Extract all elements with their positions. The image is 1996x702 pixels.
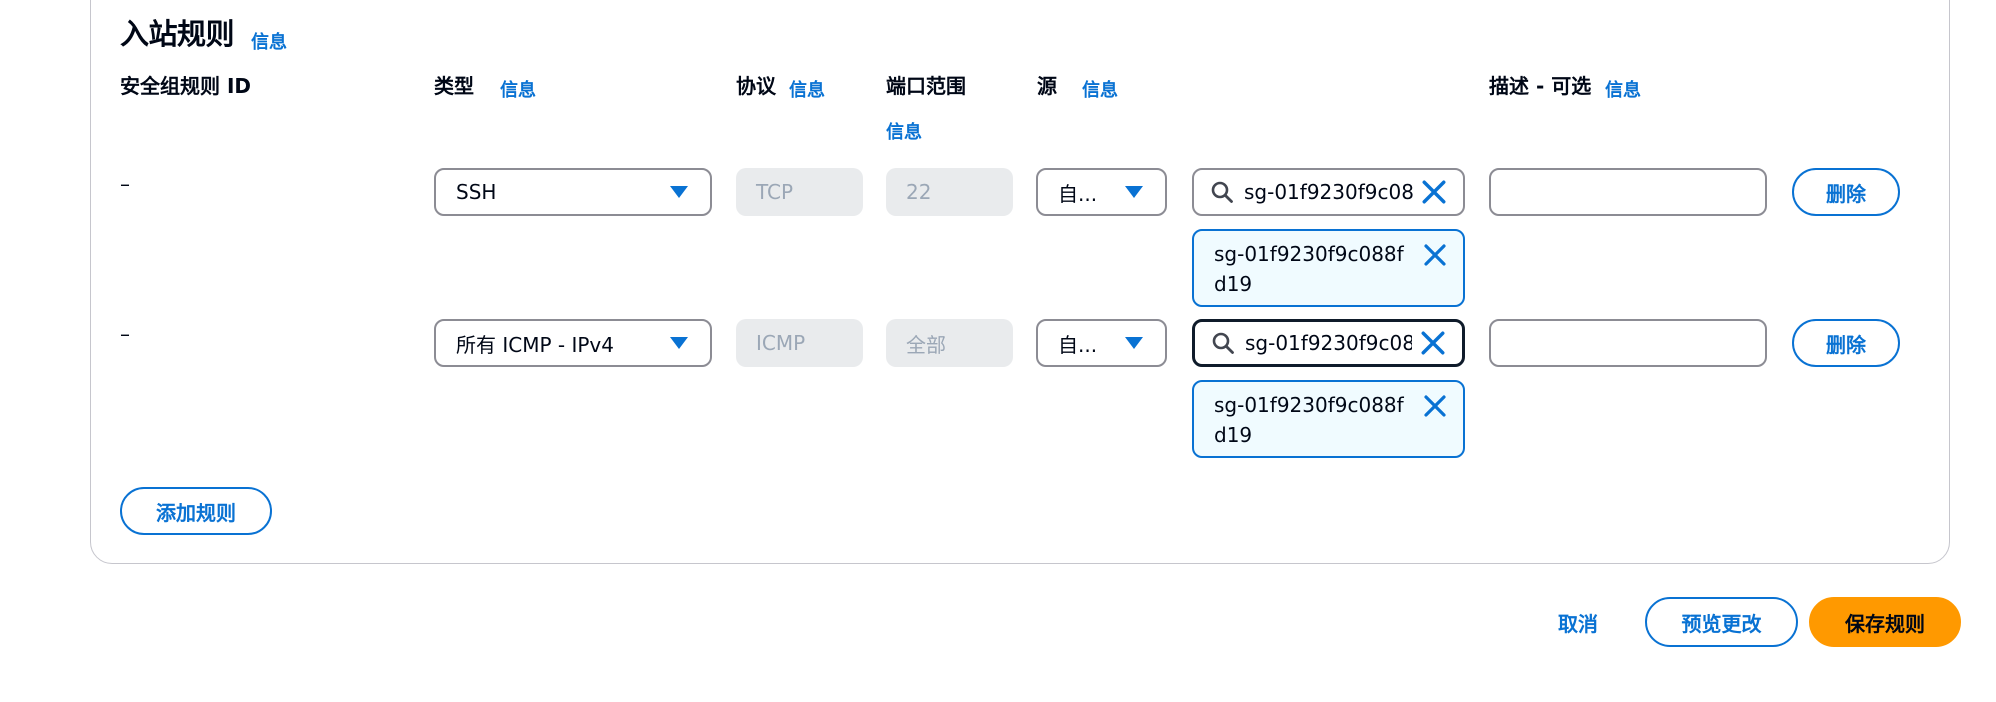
- save-rules-button[interactable]: 保存规则: [1809, 597, 1961, 647]
- rule-2-delete-button[interactable]: 删除: [1792, 319, 1900, 367]
- preview-changes-button[interactable]: 预览更改: [1645, 597, 1798, 647]
- edit-inbound-rules-page: 入站规则 信息 安全组规则 ID 类型 信息 协议 信息 端口范围 信息 源 信…: [0, 0, 1996, 702]
- header-type: 类型: [434, 74, 474, 98]
- cancel-button[interactable]: 取消: [1542, 597, 1614, 647]
- rule-1-port-range-field: 22: [886, 168, 1013, 216]
- search-icon: [1212, 332, 1234, 354]
- rule-2-source-type-value: 自...: [1058, 332, 1098, 357]
- rule-2-source-type-select[interactable]: 自...: [1036, 319, 1167, 367]
- header-source: 源: [1037, 74, 1057, 98]
- caret-down-icon: [1125, 337, 1143, 349]
- header-port-range: 端口范围: [886, 74, 966, 98]
- header-type-info-link[interactable]: 信息: [500, 76, 536, 102]
- rule-2-port-range-field: 全部: [886, 319, 1013, 367]
- inbound-rules-panel: [90, 0, 1950, 564]
- section-info-link[interactable]: 信息: [251, 28, 287, 54]
- rule-1-description-field[interactable]: [1489, 168, 1767, 216]
- rule-2-id: –: [120, 322, 130, 346]
- rule-1-source-token: sg-01f9230f9c088fd19: [1192, 229, 1465, 307]
- rule-1-description-input[interactable]: [1491, 170, 1765, 214]
- rule-1-protocol-field: TCP: [736, 168, 863, 216]
- rule-2-type-value: 所有 ICMP - IPv4: [456, 332, 614, 357]
- rule-2-description-field[interactable]: [1489, 319, 1767, 367]
- rule-2-protocol-field: ICMP: [736, 319, 863, 367]
- rule-1-type-value: SSH: [456, 180, 497, 204]
- close-icon[interactable]: [1423, 394, 1447, 418]
- header-protocol: 协议: [736, 74, 776, 98]
- header-source-info-link[interactable]: 信息: [1082, 76, 1118, 102]
- rule-2-description-input[interactable]: [1491, 321, 1765, 365]
- search-icon: [1211, 181, 1233, 203]
- header-port-range-info-link[interactable]: 信息: [886, 118, 922, 144]
- rule-1-delete-button[interactable]: 删除: [1792, 168, 1900, 216]
- rule-1-protocol-value: TCP: [756, 180, 794, 204]
- rule-1-port-range-value: 22: [906, 180, 932, 204]
- close-icon[interactable]: [1423, 243, 1447, 267]
- caret-down-icon: [670, 186, 688, 198]
- rule-2-source-token: sg-01f9230f9c088fd19: [1192, 380, 1465, 458]
- rule-2-port-range-value: 全部: [906, 332, 946, 357]
- header-description: 描述 - 可选: [1489, 74, 1592, 98]
- rule-1-source-type-value: 自...: [1058, 181, 1098, 206]
- add-rule-button[interactable]: 添加规则: [120, 487, 272, 535]
- rule-1-source-search[interactable]: [1192, 168, 1465, 216]
- header-description-info-link[interactable]: 信息: [1605, 76, 1641, 102]
- rule-1-source-token-label: sg-01f9230f9c088fd19: [1214, 242, 1404, 296]
- rule-2-type-select[interactable]: 所有 ICMP - IPv4: [434, 319, 712, 367]
- close-icon[interactable]: [1421, 179, 1447, 205]
- rule-1-type-select[interactable]: SSH: [434, 168, 712, 216]
- rule-2-source-token-label: sg-01f9230f9c088fd19: [1214, 393, 1404, 447]
- caret-down-icon: [1125, 186, 1143, 198]
- rule-2-protocol-value: ICMP: [756, 331, 806, 355]
- section-title: 入站规则: [120, 17, 235, 51]
- header-rule-id: 安全组规则 ID: [120, 74, 252, 98]
- rule-1-source-search-input[interactable]: [1244, 180, 1413, 204]
- rule-2-source-search-input[interactable]: [1245, 331, 1412, 355]
- rule-1-id: –: [120, 172, 130, 196]
- close-icon[interactable]: [1420, 330, 1446, 356]
- rule-2-source-search[interactable]: [1192, 319, 1465, 367]
- header-protocol-info-link[interactable]: 信息: [789, 76, 825, 102]
- rule-1-source-type-select[interactable]: 自...: [1036, 168, 1167, 216]
- caret-down-icon: [670, 337, 688, 349]
